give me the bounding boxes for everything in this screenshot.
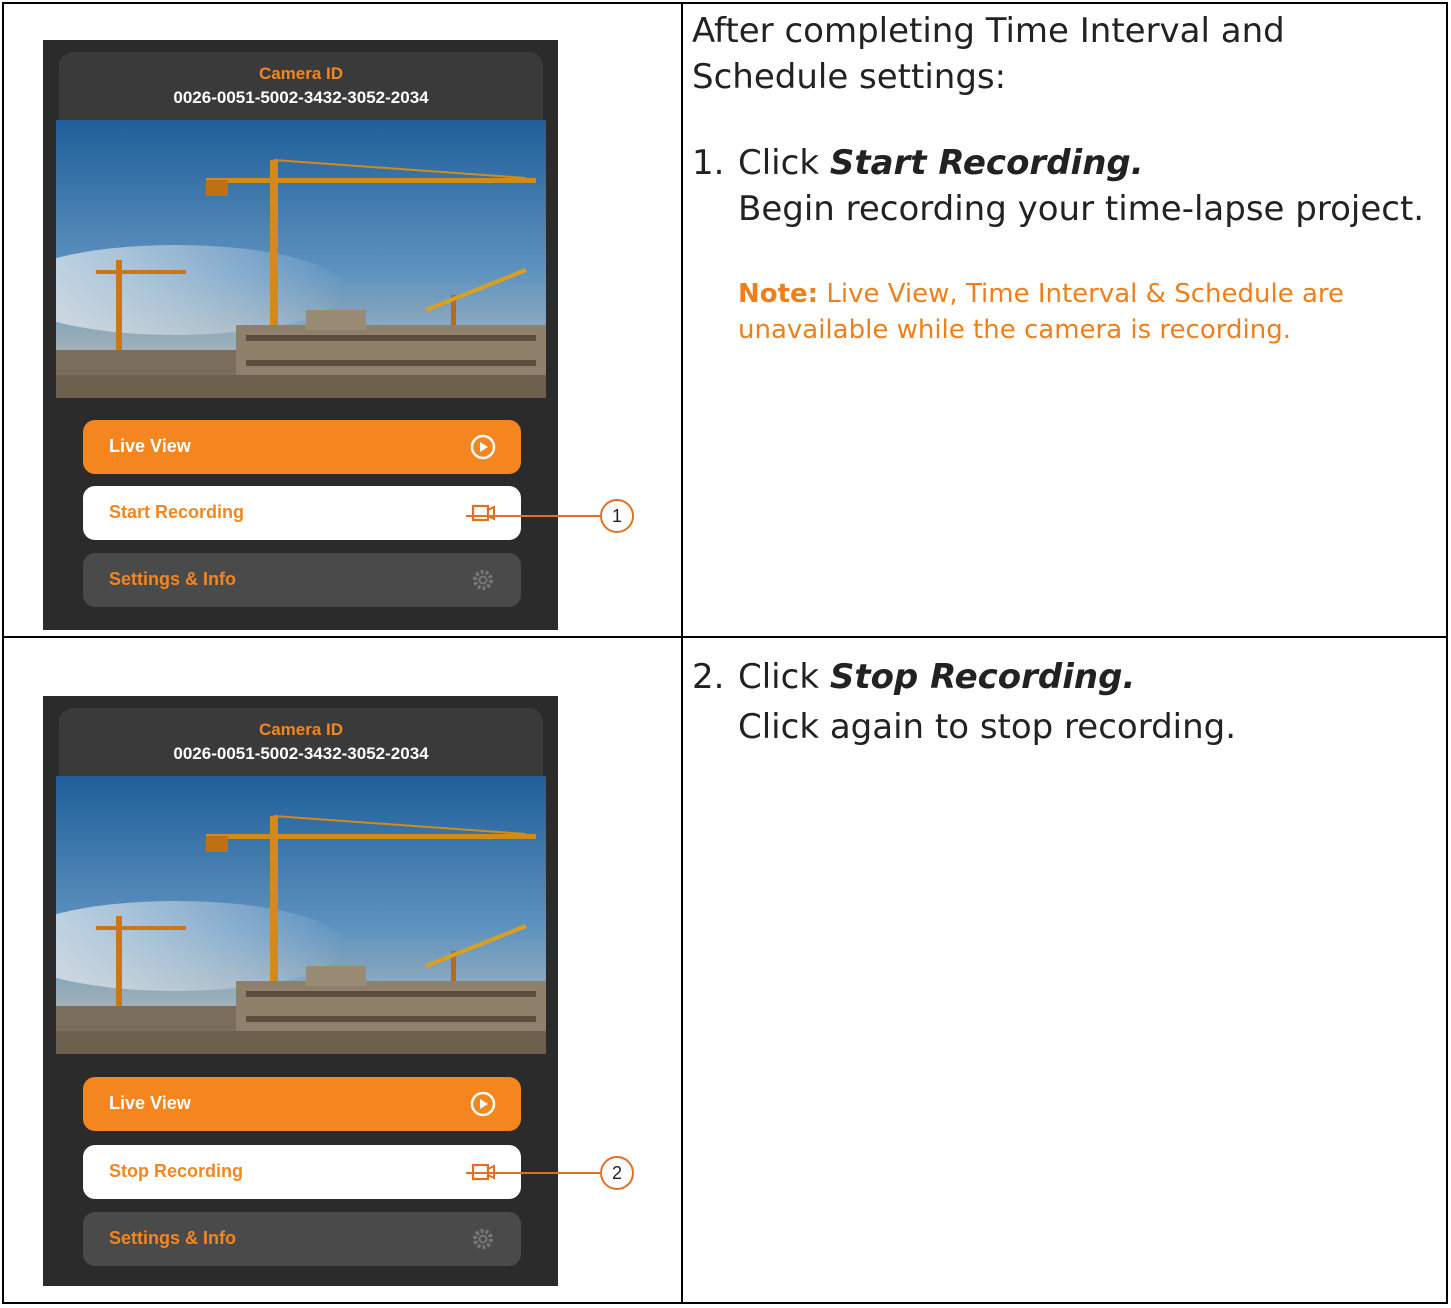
camera-panel-step2: Camera ID 0026-0051-5002-3432-3052-2034 … [43,696,558,1286]
camera-id-label: Camera ID [258,64,344,83]
stop-recording-label: Stop Recording [109,1161,243,1181]
start-recording-label: Start Recording [109,502,245,522]
callout-leader-1 [466,515,600,517]
step1-number: 1. [692,143,725,183]
live-view-label: Live View [109,436,191,456]
settings-info-label: Settings & Info [109,1228,236,1248]
note-label: Note: [738,279,819,309]
step1-intro-text: After completing Time Interval and Sched… [692,11,1285,97]
live-view-label: Live View [109,1093,191,1113]
play-circle-icon [470,434,496,460]
step1-note: Note: Live View, Time Interval & Schedul… [738,276,1398,348]
camera-id-label: Camera ID [258,720,344,739]
step2-instruction: Click Stop Recording. [738,654,1135,700]
camera-panel-step1: Camera ID 0026-0051-5002-3432-3052-2034 [43,40,558,630]
callout-badge-2: 2 [600,1156,634,1190]
camera-preview-image [56,776,546,1054]
start-recording-button[interactable]: Start Recording [83,486,521,540]
step1-description: Begin recording your time-lapse project. [738,189,1425,229]
step1-instruction: Click Start Recording. [738,140,1144,186]
table-divider-vertical [681,4,683,1302]
camera-preview-image [56,120,546,398]
gear-icon [473,570,493,590]
callout-badge-1: 1 [600,499,634,533]
callout-leader-2 [466,1172,600,1174]
table-divider-horizontal [4,636,1446,638]
note-text: Live View, Time Interval & Schedule are … [738,279,1344,345]
play-circle-icon [470,1091,496,1117]
gear-icon [473,1229,493,1249]
step2-click-word: Click [738,657,820,697]
step2-action: Stop Recording. [829,657,1136,697]
live-view-button[interactable]: Live View [83,420,521,474]
step1-action: Start Recording. [829,143,1144,183]
step1-click-word: Click [738,143,820,183]
step2-number: 2. [692,657,725,697]
settings-info-button[interactable]: Settings & Info [83,1212,521,1266]
video-camera-icon [471,504,495,522]
step2-description: Click again to stop recording. [738,707,1237,747]
settings-info-label: Settings & Info [109,569,236,589]
live-view-button[interactable]: Live View [83,1077,521,1131]
stop-recording-button[interactable]: Stop Recording [83,1145,521,1199]
camera-id-value: 0026-0051-5002-3432-3052-2034 [173,744,429,763]
camera-id-value: 0026-0051-5002-3432-3052-2034 [173,88,429,107]
settings-info-button[interactable]: Settings & Info [83,553,521,607]
